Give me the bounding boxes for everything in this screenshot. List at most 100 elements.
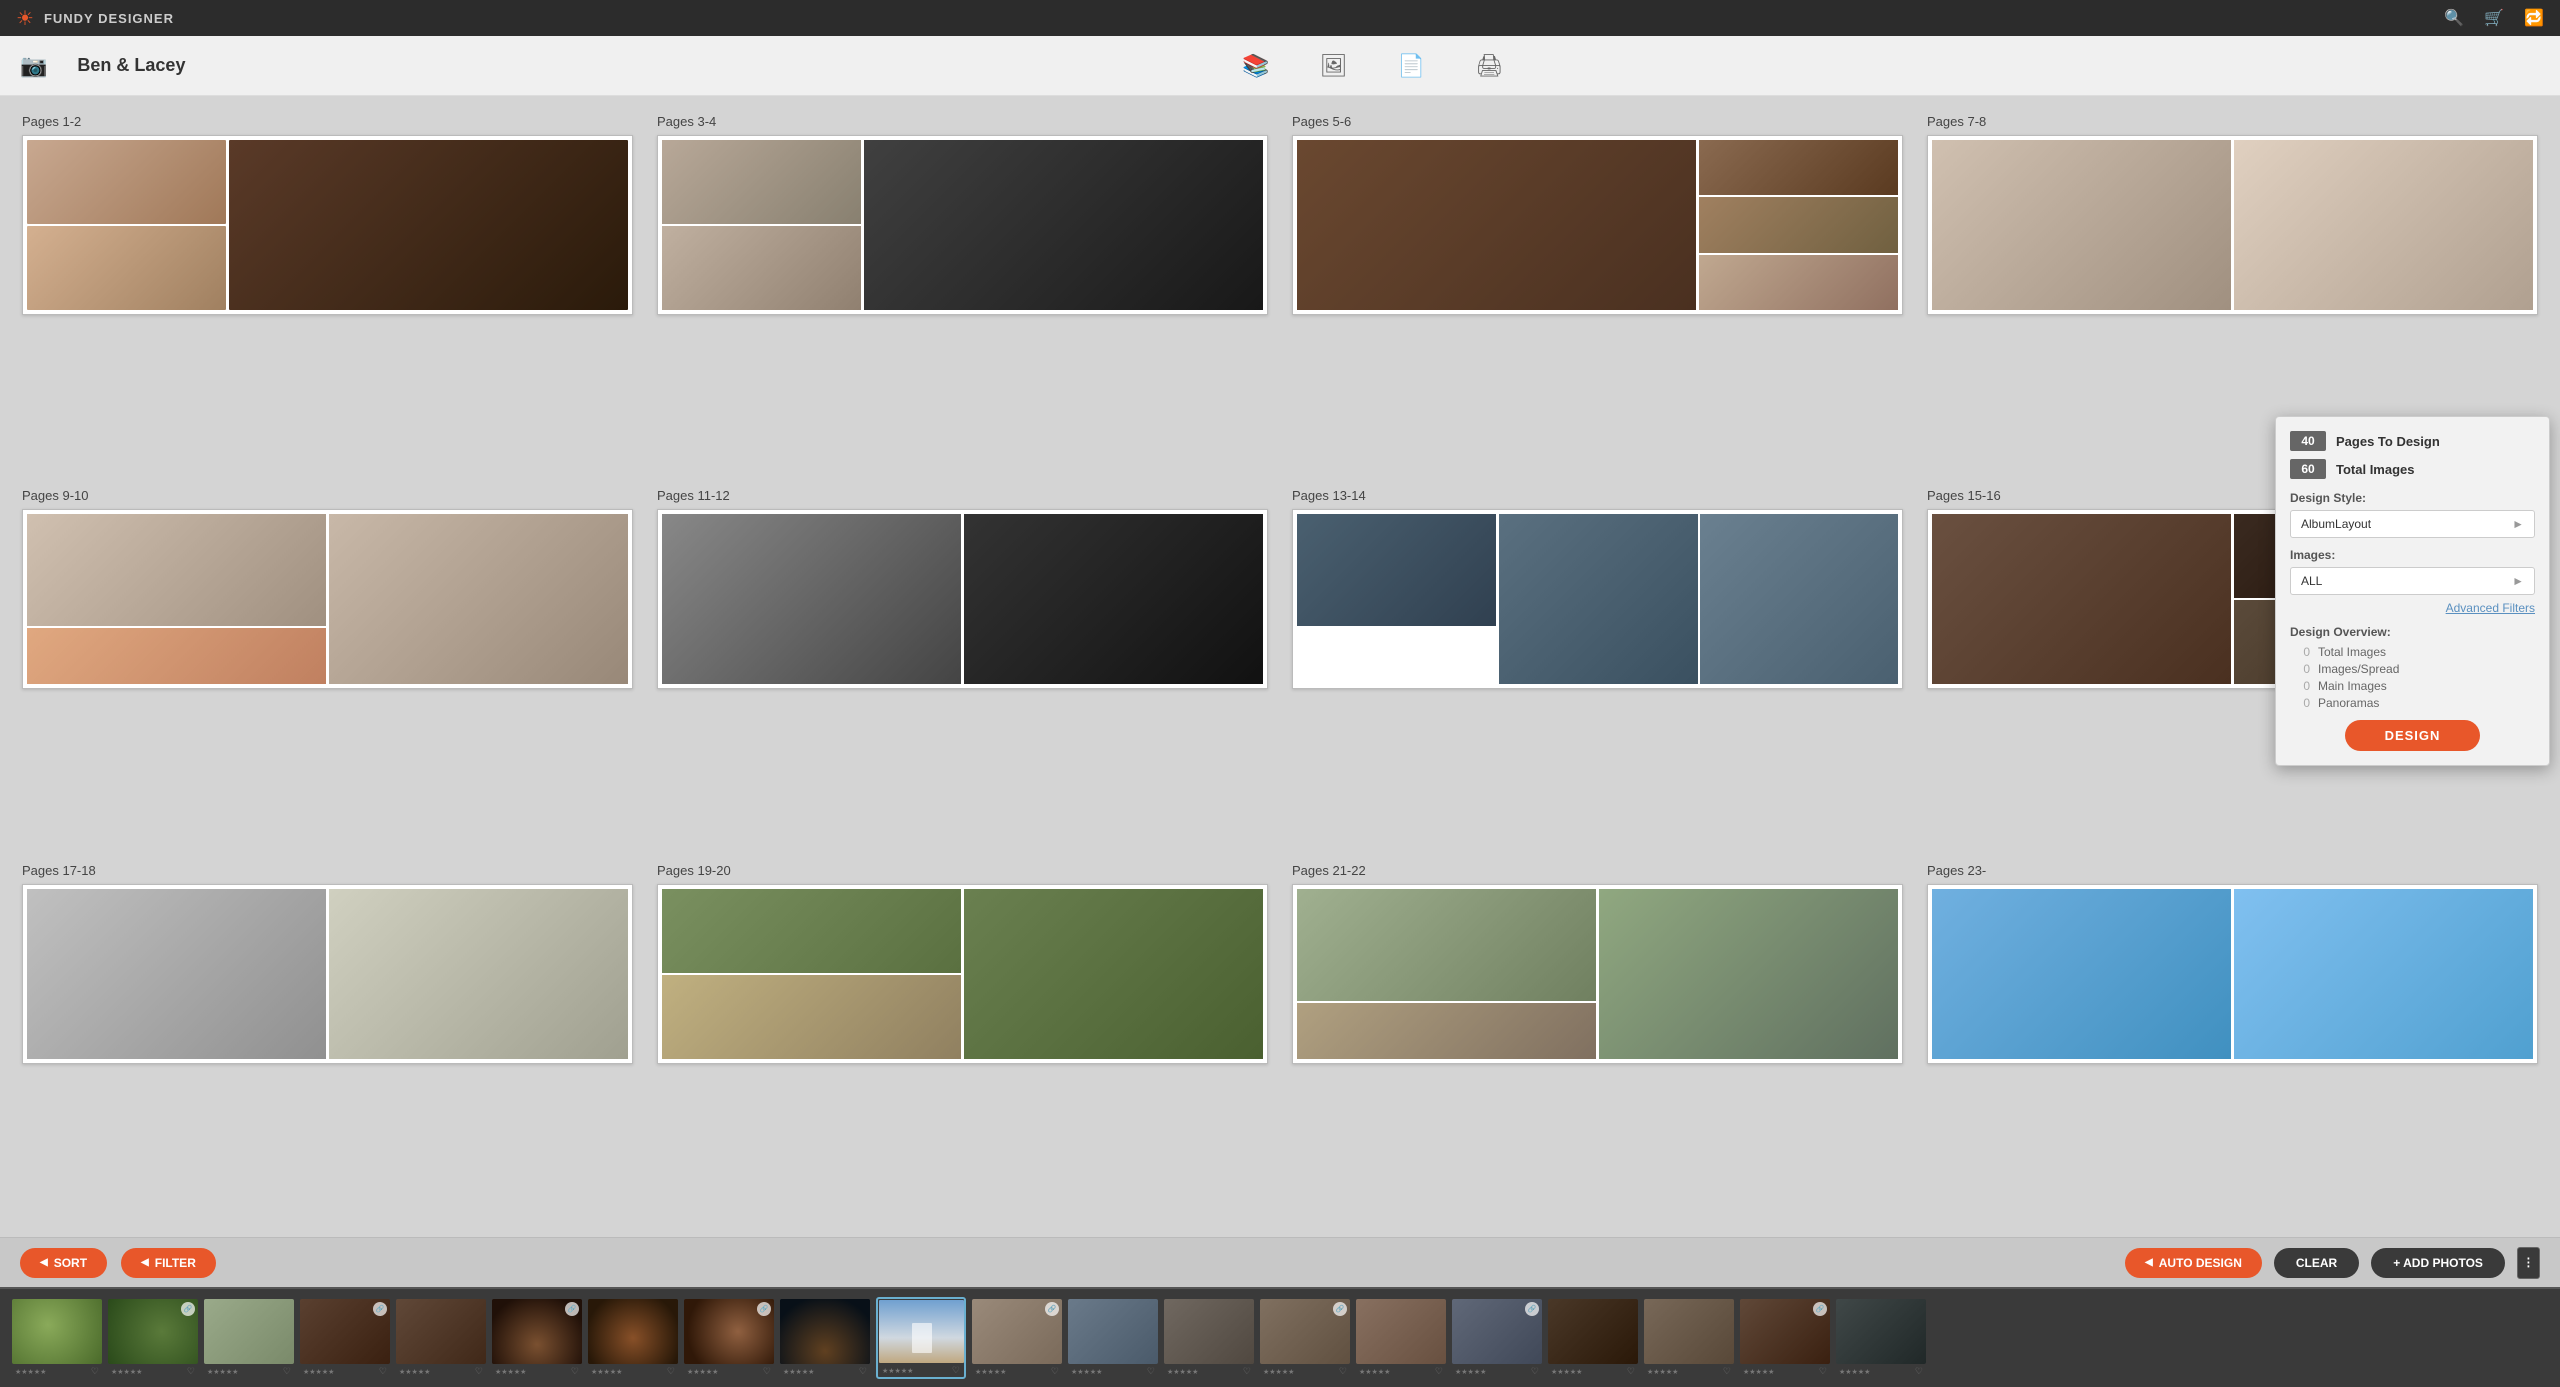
photo-cell <box>2234 889 2533 1059</box>
photo-cell <box>2234 140 2533 310</box>
spread-item: Pages 23- <box>1927 863 2538 1219</box>
popup-overview-section: Design Overview: 0 Total Images 0 Images… <box>2290 625 2535 710</box>
cart-icon[interactable]: 🛒 <box>2484 8 2504 28</box>
spread-item: Pages 9-10 <box>22 488 633 844</box>
filmstrip-thumb[interactable]: 🔗 ★★★★★ ♡ <box>1740 1299 1830 1377</box>
spread-frame[interactable] <box>1927 884 2538 1064</box>
spread-frame[interactable] <box>22 884 633 1064</box>
spread-frame[interactable] <box>22 135 633 315</box>
spread-frame[interactable] <box>657 135 1268 315</box>
filter-button[interactable]: ◀ FILTER <box>121 1248 216 1278</box>
film-heart-icon: ♡ <box>1339 1366 1347 1377</box>
clear-button[interactable]: CLEAR <box>2274 1248 2359 1278</box>
design-button[interactable]: DESIGN <box>2345 720 2481 751</box>
filmstrip-thumb[interactable]: 🔗 ★★★★★ ♡ <box>1452 1299 1542 1377</box>
film-heart-icon: ♡ <box>91 1366 99 1377</box>
advanced-filters-link[interactable]: Advanced Filters <box>2290 601 2535 615</box>
photo-cell <box>1699 140 1898 195</box>
film-stars: ★★★★★ <box>1167 1368 1198 1376</box>
spread-title: Pages 7-8 <box>1927 114 2538 129</box>
photo-cell <box>1499 514 1697 684</box>
filmstrip-thumb[interactable]: ★★★★★ ♡ <box>1164 1299 1254 1377</box>
film-heart-icon: ♡ <box>1723 1366 1731 1377</box>
filmstrip-thumb[interactable]: 🔗 ★★★★★ ♡ <box>108 1299 198 1377</box>
auto-design-button[interactable]: ◀ AUTO DESIGN <box>2125 1248 2262 1278</box>
photo-cell <box>662 889 961 973</box>
spread-item: Pages 17-18 <box>22 863 633 1219</box>
film-heart-icon: ♡ <box>1531 1366 1539 1377</box>
app-title: FUNDY DESIGNER <box>44 11 174 26</box>
add-photos-button[interactable]: + ADD PHOTOS <box>2371 1248 2505 1278</box>
filmstrip-thumb[interactable]: ★★★★★ ♡ <box>204 1299 294 1377</box>
film-stars: ★★★★★ <box>1839 1368 1870 1376</box>
overview-label: Design Overview: <box>2290 625 2535 639</box>
film-heart-icon: ♡ <box>475 1366 483 1377</box>
page-left <box>1932 514 2231 684</box>
filmstrip-thumb[interactable]: ★★★★★ ♡ <box>1068 1299 1158 1377</box>
filmstrip-thumb[interactable]: ★★★★★ ♡ <box>588 1299 678 1377</box>
grid-view-button[interactable]: ⁝ <box>2517 1247 2540 1279</box>
filmstrip-thumb[interactable]: ★★★★★ ♡ <box>1836 1299 1926 1377</box>
spread-frame[interactable] <box>1927 135 2538 315</box>
filmstrip-thumb[interactable]: 🔗 ★★★★★ ♡ <box>1260 1299 1350 1377</box>
page-left <box>27 514 326 684</box>
film-stars: ★★★★★ <box>1263 1368 1294 1376</box>
spread-title: Pages 1-2 <box>22 114 633 129</box>
filmstrip-thumb[interactable]: ★★★★★ ♡ <box>1644 1299 1734 1377</box>
photo-cell <box>27 140 226 224</box>
film-heart-icon: ♡ <box>1915 1366 1923 1377</box>
spread-frame[interactable] <box>1292 509 1903 689</box>
album-design-icon[interactable]: 📚 <box>1242 53 1269 79</box>
spread-frame[interactable] <box>657 884 1268 1064</box>
spread-item: Pages 11-12 <box>657 488 1268 844</box>
overview-count-3: 0 <box>2290 679 2310 693</box>
main-content: Pages 1-2 Pages 3-4 Pages 5-6 <box>0 96 2560 1237</box>
export-icon[interactable]: 🔁 <box>2524 8 2544 28</box>
pages-to-design-label: Pages To Design <box>2336 434 2440 449</box>
film-stars: ★★★★★ <box>1647 1368 1678 1376</box>
page-left <box>27 889 326 1059</box>
filmstrip-thumb[interactable]: ★★★★★ ♡ <box>12 1299 102 1377</box>
film-stars: ★★★★★ <box>882 1367 913 1375</box>
filmstrip-thumb[interactable]: ★★★★★ ♡ <box>396 1299 486 1377</box>
topbar-right: 🔍 🛒 🔁 <box>2444 8 2544 28</box>
filmstrip-thumb[interactable]: ★★★★★ ♡ <box>1356 1299 1446 1377</box>
design-style-dropdown[interactable]: AlbumLayout ► <box>2290 510 2535 538</box>
filmstrip-thumb[interactable]: 🔗 ★★★★★ ♡ <box>492 1299 582 1377</box>
spread-frame[interactable] <box>657 509 1268 689</box>
film-heart-icon: ♡ <box>1147 1366 1155 1377</box>
page-right <box>329 889 628 1059</box>
spread-frame[interactable] <box>1292 884 1903 1064</box>
page-left <box>1932 140 2231 310</box>
filmstrip-thumb[interactable]: 🔗 ★★★★★ ♡ <box>684 1299 774 1377</box>
card-icon[interactable]: 📄 <box>1398 53 1425 79</box>
link-icon: 🔗 <box>1816 1305 1825 1313</box>
spread-frame[interactable] <box>22 509 633 689</box>
photo-cell <box>27 889 326 1059</box>
spread-item: Pages 13-14 <box>1292 488 1903 844</box>
wall-art-icon[interactable]: 🖼 <box>1320 53 1348 79</box>
spread-frame[interactable] <box>1292 135 1903 315</box>
filmstrip-thumb[interactable]: ★★★★★ ♡ <box>780 1299 870 1377</box>
images-dropdown[interactable]: ALL ► <box>2290 567 2535 595</box>
film-heart-icon: ♡ <box>379 1366 387 1377</box>
filmstrip-thumb[interactable]: ★★★★★ ♡ <box>876 1297 966 1379</box>
bottom-toolbar: ◀ SORT ◀ FILTER ◀ AUTO DESIGN CLEAR + AD… <box>0 1237 2560 1287</box>
overview-text-4: Panoramas <box>2318 696 2379 710</box>
print-icon[interactable]: 🖨 <box>1475 53 1503 79</box>
sort-button[interactable]: ◀ SORT <box>20 1248 107 1278</box>
photo-cell <box>1599 889 1898 1059</box>
search-icon[interactable]: 🔍 <box>2444 8 2464 28</box>
film-stars: ★★★★★ <box>591 1368 622 1376</box>
spread-title: Pages 13-14 <box>1292 488 1903 503</box>
film-heart-icon: ♡ <box>763 1366 771 1377</box>
total-images-label: Total Images <box>2336 462 2415 477</box>
filmstrip-thumb[interactable]: ★★★★★ ♡ <box>1548 1299 1638 1377</box>
photo-cell <box>964 889 1263 1059</box>
filmstrip-thumb[interactable]: 🔗 ★★★★★ ♡ <box>972 1299 1062 1377</box>
page-right <box>964 514 1263 684</box>
film-heart-icon: ♡ <box>1051 1366 1059 1377</box>
spread-title: Pages 19-20 <box>657 863 1268 878</box>
page-left <box>662 514 961 684</box>
filmstrip-thumb[interactable]: 🔗 ★★★★★ ♡ <box>300 1299 390 1377</box>
